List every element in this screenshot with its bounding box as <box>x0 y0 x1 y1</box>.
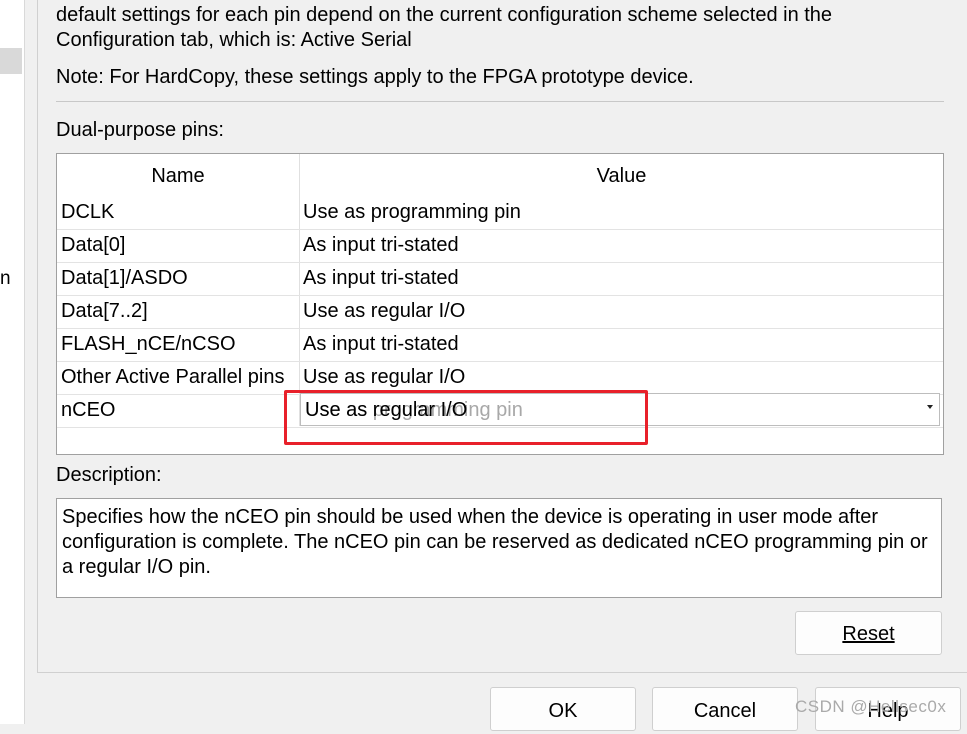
left-nav-truncated-text: n <box>0 268 11 289</box>
column-header-name[interactable]: Name <box>57 154 299 194</box>
pin-value[interactable]: As input tri-stated <box>303 262 933 295</box>
table-row[interactable]: DCLK Use as programming pin <box>57 196 943 230</box>
pin-value[interactable]: Use as regular I/O <box>303 295 933 328</box>
table-row[interactable]: Data[7..2] Use as regular I/O <box>57 295 943 329</box>
pin-name: nCEO <box>61 399 116 421</box>
description-label: Description: <box>56 464 162 486</box>
hardcopy-note: Note: For HardCopy, these settings apply… <box>56 66 694 88</box>
table-header: Name Value <box>57 154 943 194</box>
ok-button[interactable]: OK <box>490 687 636 731</box>
intro-text: default settings for each pin depend on … <box>56 4 833 51</box>
left-nav-selected-item[interactable] <box>0 48 22 74</box>
table-row[interactable]: FLASH_nCE/nCSO As input tri-stated <box>57 328 943 362</box>
pin-name: Data[1]/ASDO <box>61 267 188 289</box>
dual-purpose-pins-label: Dual-purpose pins: <box>56 119 224 141</box>
pin-name: Other Active Parallel pins <box>61 366 285 388</box>
pin-value[interactable]: As input tri-stated <box>303 229 933 262</box>
table-row[interactable]: Data[0] As input tri-stated <box>57 229 943 263</box>
left-navigation-strip: n <box>0 0 25 724</box>
separator-line <box>56 101 944 102</box>
pin-value[interactable]: Use as programming pin <box>303 196 933 229</box>
pin-name: FLASH_nCE/nCSO <box>61 333 236 355</box>
pin-value[interactable]: As input tri-stated <box>303 328 933 361</box>
reset-button[interactable]: Reset <box>795 611 942 655</box>
highlight-annotation-box <box>284 390 648 445</box>
description-box: Specifies how the nCEO pin should be use… <box>56 498 942 598</box>
description-text: Specifies how the nCEO pin should be use… <box>62 506 928 578</box>
pin-name: DCLK <box>61 201 115 223</box>
cancel-button[interactable]: Cancel <box>652 687 798 731</box>
pin-name: Data[0] <box>61 234 126 256</box>
pin-name: Data[7..2] <box>61 300 148 322</box>
table-row[interactable]: Data[1]/ASDO As input tri-stated <box>57 262 943 296</box>
column-header-value[interactable]: Value <box>300 154 943 194</box>
dropdown-arrow-icon[interactable] <box>927 405 933 409</box>
watermark-text: CSDN @Hellsec0x <box>795 697 947 716</box>
